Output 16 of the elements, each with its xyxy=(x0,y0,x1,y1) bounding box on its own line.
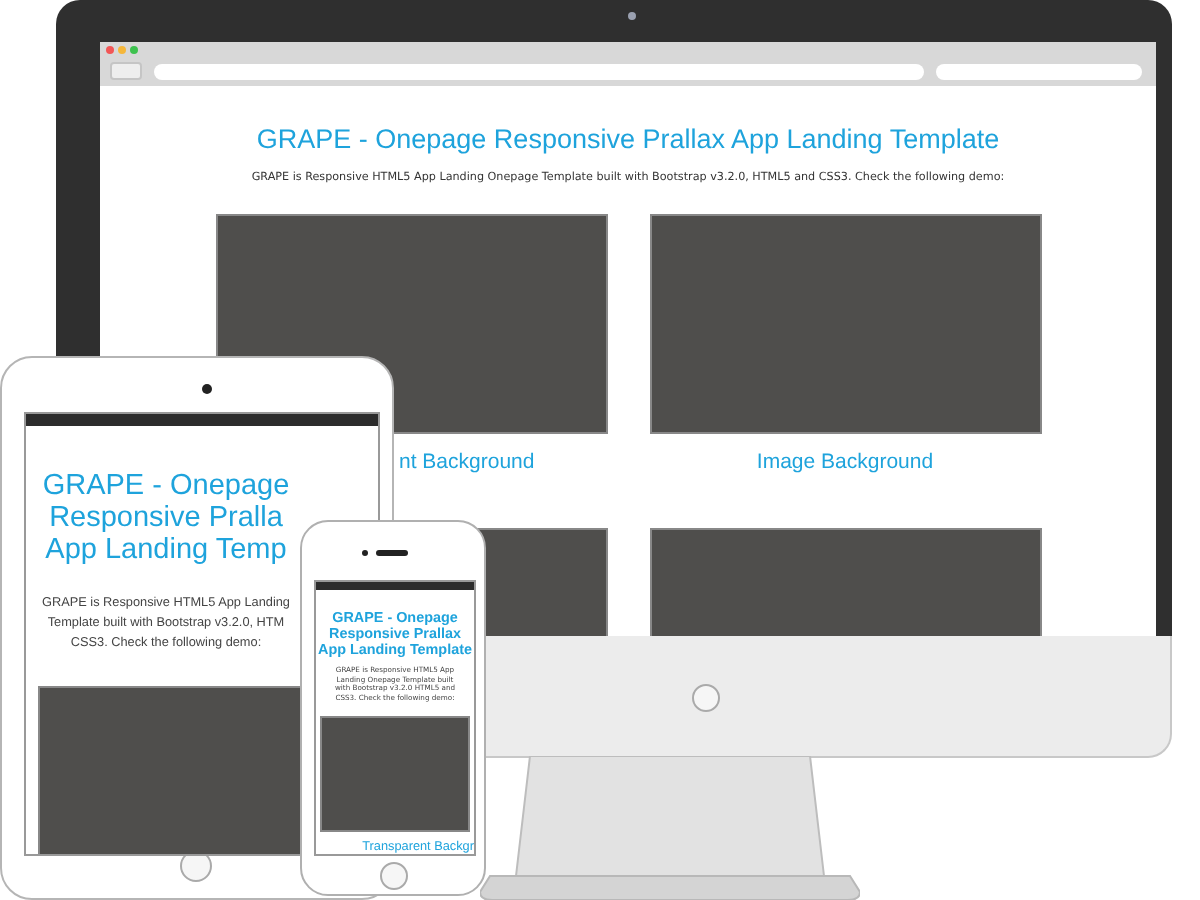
address-field[interactable] xyxy=(154,64,924,80)
card-title: nt Background xyxy=(399,449,535,473)
card-title: Image Background xyxy=(756,449,934,473)
camera-icon xyxy=(361,549,367,555)
navigation-buttons[interactable] xyxy=(110,62,142,80)
page-title: GRAPE - Onepage xyxy=(42,470,290,502)
camera-icon xyxy=(628,12,636,20)
search-field[interactable] xyxy=(936,64,1142,80)
close-icon[interactable] xyxy=(106,46,114,54)
maximize-icon[interactable] xyxy=(130,46,138,54)
page-title: App Landing Temp xyxy=(45,534,287,566)
page-title: Responsive Pralla xyxy=(49,502,283,534)
speaker-icon xyxy=(376,550,408,556)
page-title: GRAPE - Onepage Responsive Prallax App Landing Template xyxy=(256,124,1000,154)
camera-icon xyxy=(201,383,211,393)
minimize-icon[interactable] xyxy=(118,46,126,54)
